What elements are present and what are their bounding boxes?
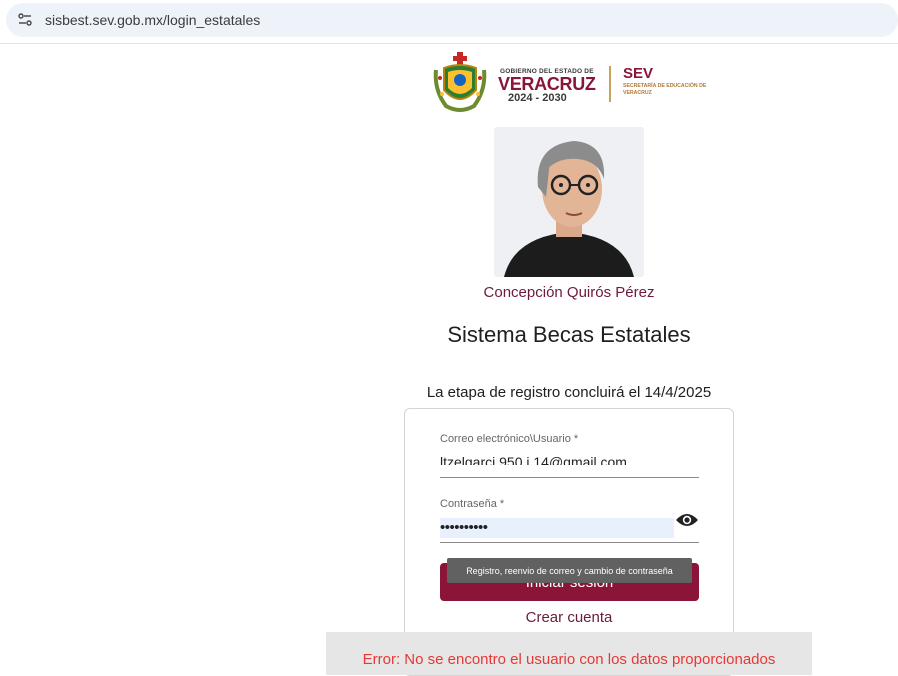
- government-period: 2024 - 2030: [508, 92, 567, 104]
- email-field[interactable]: ltzelgarci 950 i 14@gmail.com: [440, 452, 627, 465]
- email-label: Correo electrónico\Usuario *: [440, 433, 579, 445]
- portrait-image: [494, 127, 644, 277]
- eye-icon[interactable]: [675, 510, 699, 530]
- address-bar[interactable]: sisbest.sev.gob.mx/login_estatales: [6, 3, 898, 37]
- toolbar-divider: [0, 43, 898, 44]
- government-logo: GOBIERNO DEL ESTADO DE VERACRUZ 2024 - 2…: [432, 50, 712, 116]
- portrait-name: Concepción Quirós Pérez: [483, 284, 655, 301]
- error-message: Error: No se encontro el usuario con los…: [362, 651, 776, 668]
- url-text[interactable]: sisbest.sev.gob.mx/login_estatales: [45, 12, 260, 28]
- sev-acronym: SEV: [623, 65, 654, 82]
- tooltip: Registro, reenvio de correo y cambio de …: [447, 558, 692, 583]
- password-label: Contraseña *: [440, 498, 505, 510]
- page-title: Sistema Becas Estatales: [447, 322, 691, 347]
- coat-of-arms-icon: [433, 52, 487, 112]
- email-underline: [440, 477, 699, 478]
- registration-deadline: La etapa de registro concluirá el 14/4/2…: [426, 384, 712, 401]
- password-field[interactable]: ••••••••••: [440, 519, 488, 536]
- create-account-link[interactable]: Crear cuenta: [405, 609, 733, 626]
- site-info-icon[interactable]: [14, 9, 36, 31]
- error-snackbar: Error: No se encontro el usuario con los…: [326, 632, 812, 675]
- sev-full-name: SECRETARÍA DE EDUCACIÓN DE VERACRUZ: [623, 83, 707, 96]
- password-underline: [440, 542, 699, 543]
- logo-divider: [609, 66, 611, 102]
